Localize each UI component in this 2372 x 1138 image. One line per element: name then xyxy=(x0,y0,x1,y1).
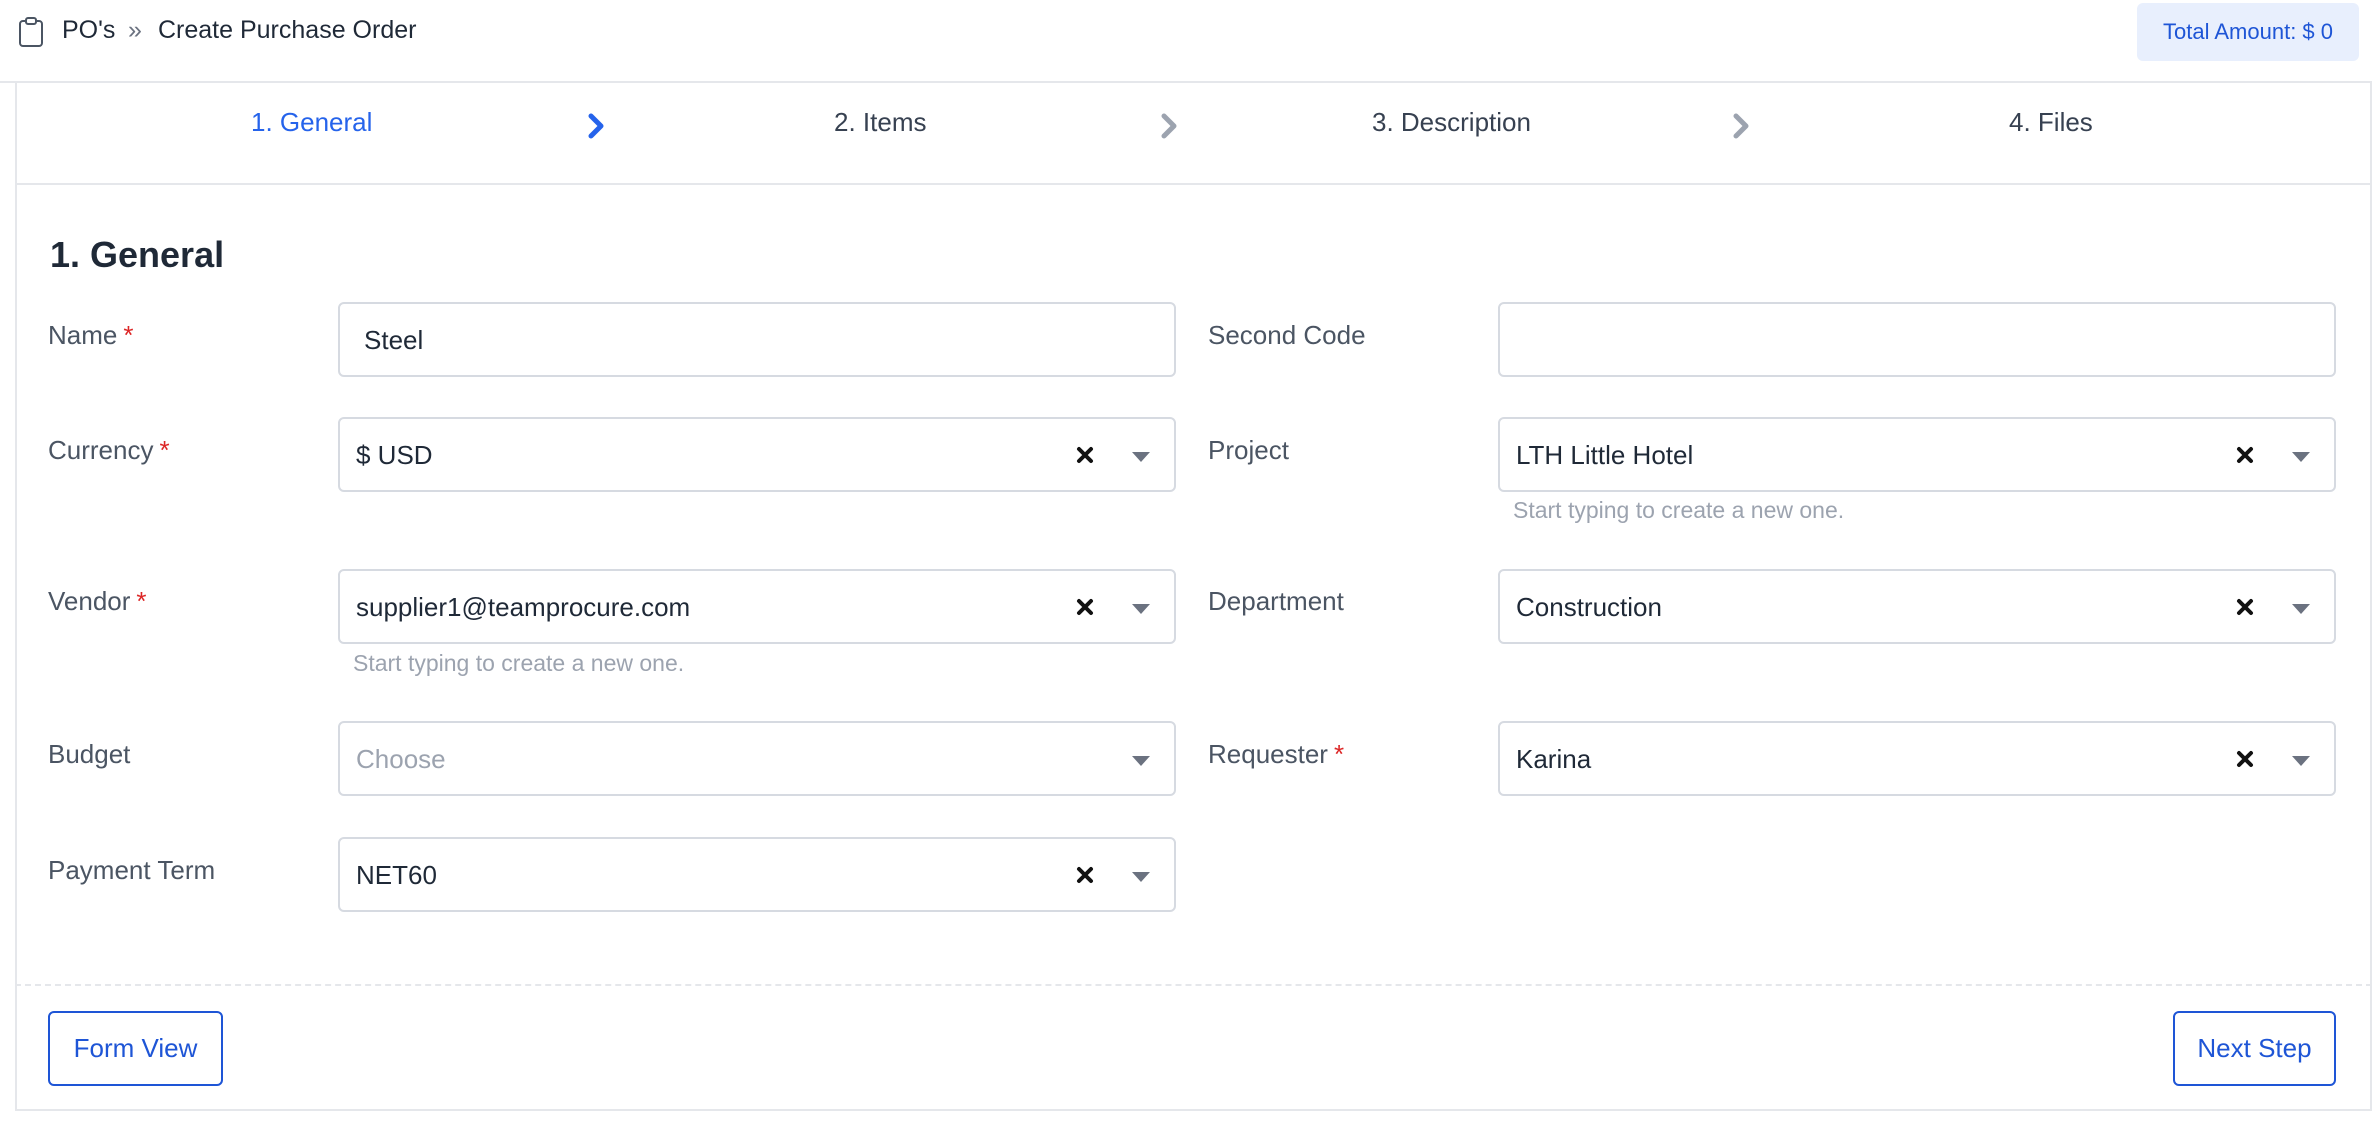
requester-label: Requester * xyxy=(1208,739,1344,770)
close-icon[interactable] xyxy=(1072,441,1098,469)
vendor-select-value: supplier1@teamprocure.com xyxy=(356,592,691,622)
close-icon[interactable] xyxy=(2232,745,2258,773)
project-label: Project xyxy=(1208,435,1289,465)
requester-label-text: Requester xyxy=(1208,739,1328,769)
department-label: Department xyxy=(1208,586,1344,616)
caret-down-icon[interactable] xyxy=(2292,604,2310,614)
clipboard-icon xyxy=(19,17,43,47)
close-icon[interactable] xyxy=(2232,441,2258,469)
project-select[interactable]: LTH Little Hotel xyxy=(1498,417,2336,492)
required-marker: * xyxy=(159,435,170,465)
department-select[interactable]: Construction xyxy=(1498,569,2336,644)
form-view-button[interactable]: Form View xyxy=(48,1011,223,1086)
requester-select[interactable]: Karina xyxy=(1498,721,2336,796)
payment-term-label: Payment Term xyxy=(48,855,216,885)
caret-down-icon[interactable] xyxy=(2292,452,2310,462)
project-select-value: LTH Little Hotel xyxy=(1516,440,1694,470)
currency-select-value: $ USD xyxy=(356,440,433,470)
step-files[interactable]: 4. Files xyxy=(2009,107,2093,138)
second-code-input[interactable] xyxy=(1498,302,2336,377)
breadcrumb-separator: » xyxy=(128,16,142,44)
department-select-value: Construction xyxy=(1516,592,1662,622)
caret-down-icon[interactable] xyxy=(1132,872,1150,882)
page-header: PO's » Create Purchase Order Total Amoun… xyxy=(0,0,2372,83)
vendor-label: Vendor * xyxy=(48,586,147,617)
vendor-label-text: Vendor xyxy=(48,586,131,616)
chevron-right-icon xyxy=(588,113,604,139)
caret-down-icon[interactable] xyxy=(1132,604,1150,614)
chevron-right-icon xyxy=(1733,113,1749,139)
step-navigation: 1. General 2. Items 3. Description 4. Fi… xyxy=(17,83,2372,185)
currency-select[interactable]: $ USD xyxy=(338,417,1176,492)
footer-divider xyxy=(15,984,2372,986)
vendor-select[interactable]: supplier1@teamprocure.com xyxy=(338,569,1176,644)
section-title: 1. General xyxy=(50,234,225,275)
step-description[interactable]: 3. Description xyxy=(1372,107,1531,138)
budget-select-placeholder: Choose xyxy=(356,744,446,774)
name-label-text: Name xyxy=(48,320,118,350)
breadcrumb-pos-link[interactable]: PO's xyxy=(62,16,115,45)
page-title: Create Purchase Order xyxy=(158,16,417,44)
total-amount-badge: Total Amount: $ 0 xyxy=(2137,3,2359,61)
required-marker: * xyxy=(136,586,147,616)
required-marker: * xyxy=(123,320,134,350)
close-icon[interactable] xyxy=(1072,861,1098,889)
caret-down-icon[interactable] xyxy=(2292,756,2310,766)
required-marker: * xyxy=(1333,739,1345,769)
step-items[interactable]: 2. Items xyxy=(834,107,926,138)
budget-label: Budget xyxy=(48,739,131,769)
payment-term-select-value: NET60 xyxy=(356,860,437,890)
step-general[interactable]: 1. General xyxy=(251,107,372,138)
close-icon[interactable] xyxy=(1072,593,1098,621)
next-step-button[interactable]: Next Step xyxy=(2173,1011,2336,1086)
caret-down-icon[interactable] xyxy=(1132,452,1150,462)
payment-term-select[interactable]: NET60 xyxy=(338,837,1176,912)
budget-select[interactable]: Choose xyxy=(338,721,1176,796)
project-hint: Start typing to create a new one. xyxy=(1513,497,1845,523)
name-label: Name * xyxy=(48,320,133,351)
chevron-right-icon xyxy=(1161,113,1177,139)
close-icon[interactable] xyxy=(2232,593,2258,621)
requester-select-value: Karina xyxy=(1516,744,1592,774)
name-input-value: Steel xyxy=(364,325,424,355)
currency-label-text: Currency xyxy=(48,435,154,465)
caret-down-icon[interactable] xyxy=(1132,756,1150,766)
second-code-label: Second Code xyxy=(1208,320,1366,350)
currency-label: Currency * xyxy=(48,435,170,466)
name-input[interactable]: Steel xyxy=(338,302,1176,377)
vendor-hint: Start typing to create a new one. xyxy=(353,650,685,676)
